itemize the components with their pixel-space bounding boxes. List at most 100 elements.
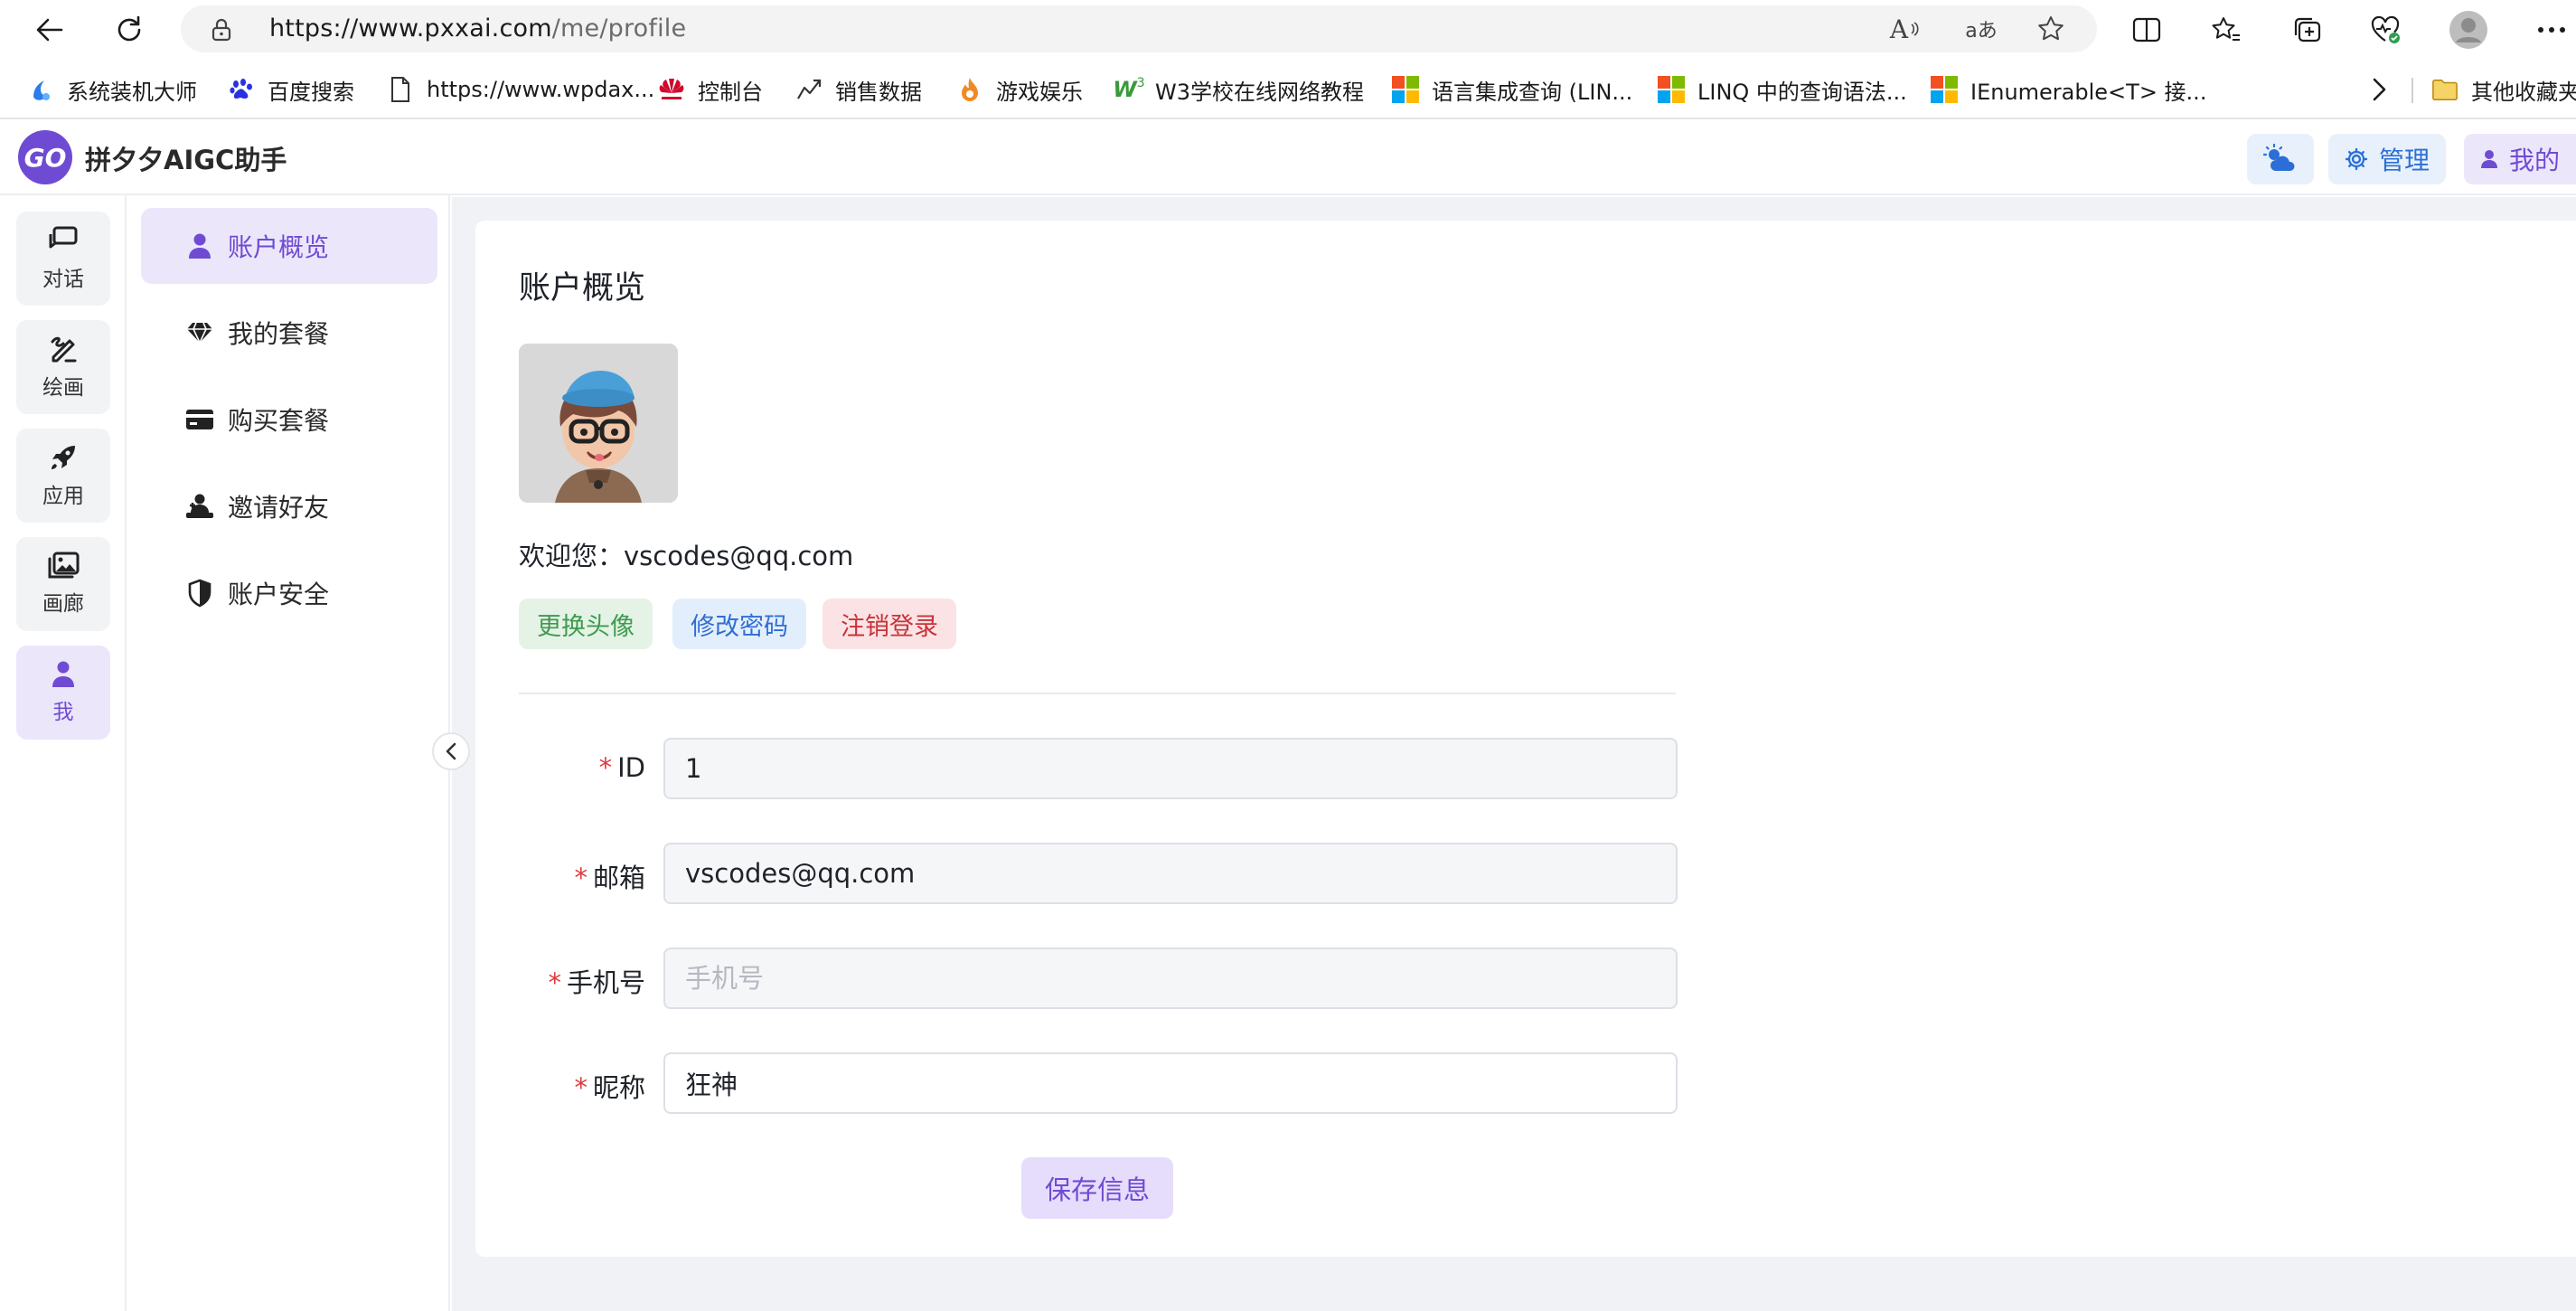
split-screen-icon[interactable] (2126, 9, 2167, 51)
bookmark-item[interactable]: LINQ 中的查询语法... (1658, 72, 1907, 107)
weather-icon (2263, 144, 2295, 171)
profile-submenu: 账户概览 我的套餐 购买套餐 邀请好友 账户安全 (127, 195, 450, 1311)
admin-label: 管理 (2379, 146, 2430, 175)
back-arrow-icon (36, 18, 63, 42)
translate-glyph: aあ (1965, 20, 1998, 42)
email-field[interactable] (663, 843, 1678, 904)
translate-icon[interactable]: aあ (1961, 15, 2001, 42)
profile-card: 账户概览 欢迎您：vscodes@qq.com 更换头像 修改密码 注销登录 *… (475, 221, 2576, 1257)
gear-icon (2345, 147, 2368, 171)
browser-toolbar: https://www.pxxai.com/me/profile A aあ (0, 0, 2576, 60)
required-mark: * (548, 967, 561, 998)
phone-field[interactable] (663, 948, 1678, 1009)
profile-avatar-icon[interactable] (2448, 9, 2489, 51)
bookmark-item[interactable]: 系统装机大师 (27, 72, 197, 107)
submenu-label: 邀请好友 (228, 493, 330, 523)
bookmark-item[interactable]: 百度搜索 (228, 72, 354, 107)
bookmark-blue-swirl-icon (27, 76, 54, 103)
chart-icon (795, 76, 823, 103)
rail-label: 应用 (42, 485, 84, 508)
url-path: /me/profile (551, 14, 687, 42)
favorite-star-icon[interactable] (2035, 15, 2066, 42)
brush-icon (51, 336, 77, 363)
app-logo[interactable]: GO (18, 130, 72, 184)
browser-essentials-icon[interactable] (2364, 9, 2406, 51)
field-label-nickname: * 昵称 (574, 1067, 645, 1105)
bookmark-item[interactable]: 控制台 (658, 72, 763, 107)
form-row-nickname: * 昵称 (519, 1052, 1678, 1114)
read-aloud-glyph: A (1889, 14, 1909, 44)
bookmark-label: W3学校在线网络教程 (1155, 79, 1364, 105)
other-favorites-folder[interactable]: 其他收藏夹 (2431, 72, 2576, 107)
microsoft-icon (1392, 76, 1419, 103)
bookmark-label: 百度搜索 (268, 79, 354, 105)
user-icon (2481, 150, 2497, 168)
back-button[interactable] (27, 7, 72, 52)
me-label: 我的 (2509, 146, 2561, 175)
bookmarks-divider (2411, 78, 2413, 103)
credit-card-icon (184, 404, 215, 435)
submenu-label: 账户概览 (228, 232, 330, 262)
change-avatar-button[interactable]: 更换头像 (519, 599, 653, 649)
refresh-button[interactable] (107, 7, 152, 52)
app-name: 拼夕夕AIGC助手 (85, 145, 287, 175)
id-field[interactable] (663, 738, 1678, 799)
bookmark-item[interactable]: IEnumerable<T> 接... (1931, 72, 2206, 107)
field-label-text: 昵称 (592, 1072, 645, 1103)
logout-button[interactable]: 注销登录 (823, 599, 956, 649)
rail-item-chat[interactable]: 对话 (16, 212, 110, 306)
submenu-my-plan[interactable]: 我的套餐 (141, 295, 437, 371)
bookmark-label: https://www.wpdax... (427, 77, 655, 102)
bookmark-item[interactable]: 销售数据 (795, 72, 922, 107)
section-divider (519, 693, 1676, 694)
welcome-text: 欢迎您：vscodes@qq.com (519, 541, 854, 571)
rail-item-apps[interactable]: 应用 (16, 429, 110, 523)
rail-item-draw[interactable]: 绘画 (16, 320, 110, 414)
rail-item-me[interactable]: 我 (16, 646, 110, 740)
bookmark-label: 系统装机大师 (67, 79, 197, 105)
submenu-invite-friends[interactable]: 邀请好友 (141, 468, 437, 544)
field-label-text: ID (617, 752, 645, 783)
me-button[interactable]: 我的 (2464, 134, 2576, 184)
change-password-button[interactable]: 修改密码 (672, 599, 806, 649)
favorites-icon[interactable] (2205, 9, 2247, 51)
submenu-account-overview[interactable]: 账户概览 (141, 208, 437, 284)
invite-icon (184, 491, 215, 522)
form-row-id: * ID (519, 738, 1678, 799)
more-menu-icon[interactable] (2531, 9, 2572, 51)
rocket-icon (52, 446, 75, 469)
save-info-button[interactable]: 保存信息 (1021, 1157, 1173, 1219)
submenu-buy-plan[interactable]: 购买套餐 (141, 382, 437, 457)
admin-button[interactable]: 管理 (2328, 134, 2447, 184)
bookmark-label: IEnumerable<T> 接... (1970, 79, 2207, 105)
bookmarks-overflow-button[interactable] (2370, 72, 2388, 107)
page-icon (387, 76, 414, 103)
main-content: 账户概览 欢迎您：vscodes@qq.com 更换头像 修改密码 注销登录 *… (452, 197, 2576, 1311)
nickname-field[interactable] (663, 1052, 1678, 1114)
read-aloud-icon[interactable]: A (1889, 14, 1920, 44)
required-mark: * (598, 752, 613, 783)
bookmark-item[interactable]: 游戏娱乐 (956, 72, 1083, 107)
url-text[interactable]: https://www.pxxai.com/me/profile (269, 14, 686, 43)
microsoft-icon (1658, 76, 1685, 103)
weather-button[interactable] (2247, 134, 2314, 184)
field-label-id: * ID (599, 752, 645, 783)
collapse-sidebar-button[interactable] (432, 732, 470, 770)
bookmark-item[interactable]: 语言集成查询 (LIN... (1392, 72, 1632, 107)
chat-icon (49, 226, 78, 249)
submenu-label: 购买套餐 (228, 406, 330, 436)
bookmarks-bar: 系统装机大师 百度搜索 https://www.wpdax... 控制台 销售数… (0, 60, 2576, 119)
submenu-account-security[interactable]: 账户安全 (141, 555, 437, 631)
collections-icon[interactable] (2287, 9, 2328, 51)
bookmark-item[interactable]: W3 W3学校在线网络教程 (1113, 72, 1364, 107)
rail-item-gallery[interactable]: 画廊 (16, 537, 110, 631)
primary-nav-rail: 对话 绘画 应用 画廊 我 (0, 195, 127, 1311)
field-label-phone: * 手机号 (548, 962, 645, 1000)
browser-chrome: https://www.pxxai.com/me/profile A aあ 系统… (0, 0, 2576, 123)
bookmark-item[interactable]: https://www.wpdax... (387, 72, 654, 107)
address-bar[interactable]: https://www.pxxai.com/me/profile A aあ (181, 5, 2097, 52)
submenu-label: 我的套餐 (228, 319, 330, 349)
avatar (519, 344, 678, 503)
field-label-text: 手机号 (566, 967, 645, 998)
app-header: GO 拼夕夕AIGC助手 管理 我的 (0, 123, 2576, 195)
